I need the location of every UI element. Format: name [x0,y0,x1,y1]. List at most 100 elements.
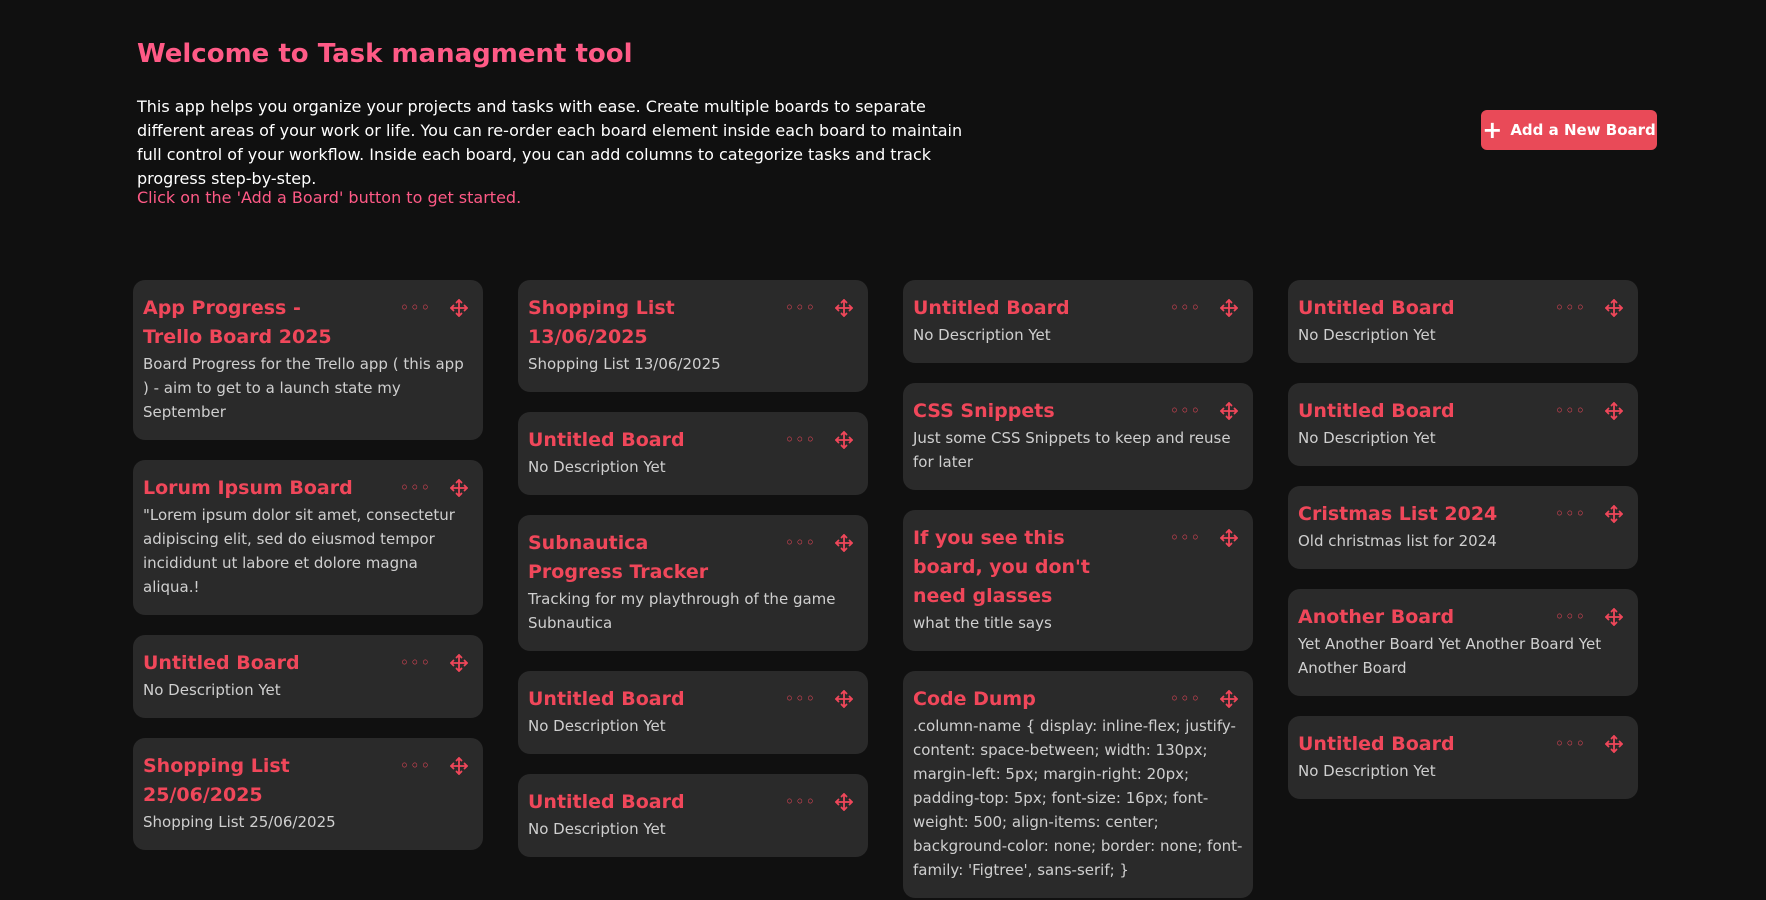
move-arrows-icon[interactable] [1604,401,1624,421]
board-card[interactable]: Untitled Board ◦◦◦ No Description Yet [518,412,868,495]
board-card[interactable]: Untitled Board ◦◦◦ No Description Yet [133,635,483,718]
board-description: .column-name { display: inline-flex; jus… [913,717,1243,879]
board-description: No Description Yet [528,717,666,735]
board-description: Tracking for my playthrough of the game … [528,590,836,632]
move-arrows-icon[interactable] [1219,528,1239,548]
board-card[interactable]: Cristmas List 2024 ◦◦◦ Old christmas list … [1288,486,1638,569]
board-title[interactable]: Shopping List 25/06/2025 [143,752,353,810]
move-arrows-icon[interactable] [1219,401,1239,421]
more-horizontal-icon[interactable]: ◦◦◦ [785,430,816,450]
board-card-header: Untitled Board ◦◦◦ [913,294,1243,323]
move-arrows-icon[interactable] [1219,298,1239,318]
board-title[interactable]: CSS Snippets [913,397,1123,426]
board-actions: ◦◦◦ [785,788,858,812]
more-horizontal-icon[interactable]: ◦◦◦ [1555,607,1586,627]
more-horizontal-icon[interactable]: ◦◦◦ [400,478,431,498]
board-title[interactable]: Shopping List 13/06/2025 [528,294,738,352]
board-card[interactable]: Another Board ◦◦◦ Yet Another Board Yet An… [1288,589,1638,696]
board-description: "Lorem ipsum dolor sit amet, consectetur… [143,506,455,596]
boards-grid: App Progress - Trello Board 2025 ◦◦◦ Board… [133,280,1638,898]
board-title[interactable]: Untitled Board [143,649,353,678]
move-arrows-icon[interactable] [449,478,469,498]
board-title[interactable]: Code Dump [913,685,1123,714]
board-title[interactable]: If you see this board, you don't need gl… [913,524,1123,611]
board-description: Board Progress for the Trello app ( this… [143,355,464,421]
board-card-header: App Progress - Trello Board 2025 ◦◦◦ [143,294,473,352]
board-title[interactable]: App Progress - Trello Board 2025 [143,294,353,352]
move-arrows-icon[interactable] [834,533,854,553]
board-title[interactable]: Untitled Board [913,294,1123,323]
board-card[interactable]: CSS Snippets ◦◦◦ Just some CSS Snippets to… [903,383,1253,490]
move-arrows-icon[interactable] [1604,607,1624,627]
board-card-header: CSS Snippets ◦◦◦ [913,397,1243,426]
board-card[interactable]: Untitled Board ◦◦◦ No Description Yet [1288,716,1638,799]
board-card[interactable]: Code Dump ◦◦◦ .column-name { display: inli… [903,671,1253,898]
board-card-header: Untitled Board ◦◦◦ [528,426,858,455]
board-actions: ◦◦◦ [1170,524,1243,548]
board-card[interactable]: Subnautica Progress Tracker ◦◦◦ Tracking f… [518,515,868,651]
move-arrows-icon[interactable] [834,430,854,450]
more-horizontal-icon[interactable]: ◦◦◦ [1170,298,1201,318]
more-horizontal-icon[interactable]: ◦◦◦ [1170,401,1201,421]
more-horizontal-icon[interactable]: ◦◦◦ [785,533,816,553]
board-title[interactable]: Untitled Board [1298,397,1508,426]
move-arrows-icon[interactable] [449,653,469,673]
board-card[interactable]: Untitled Board ◦◦◦ No Description Yet [903,280,1253,363]
more-horizontal-icon[interactable]: ◦◦◦ [1555,734,1586,754]
board-card[interactable]: Shopping List 25/06/2025 ◦◦◦ Shopping List… [133,738,483,850]
board-card-header: Cristmas List 2024 ◦◦◦ [1298,500,1628,529]
board-title[interactable]: Untitled Board [1298,294,1508,323]
board-card-header: Shopping List 13/06/2025 ◦◦◦ [528,294,858,352]
more-horizontal-icon[interactable]: ◦◦◦ [1555,504,1586,524]
move-arrows-icon[interactable] [834,298,854,318]
board-title[interactable]: Cristmas List 2024 [1298,500,1508,529]
board-title[interactable]: Subnautica Progress Tracker [528,529,738,587]
more-horizontal-icon[interactable]: ◦◦◦ [400,653,431,673]
board-title[interactable]: Another Board [1298,603,1508,632]
more-horizontal-icon[interactable]: ◦◦◦ [785,689,816,709]
more-horizontal-icon[interactable]: ◦◦◦ [1555,298,1586,318]
board-card[interactable]: Untitled Board ◦◦◦ No Description Yet [1288,383,1638,466]
move-arrows-icon[interactable] [1604,734,1624,754]
board-card[interactable]: Untitled Board ◦◦◦ No Description Yet [518,671,868,754]
board-card[interactable]: Untitled Board ◦◦◦ No Description Yet [1288,280,1638,363]
board-column: App Progress - Trello Board 2025 ◦◦◦ Board… [133,280,483,850]
more-horizontal-icon[interactable]: ◦◦◦ [785,792,816,812]
board-card-header: If you see this board, you don't need gl… [913,524,1243,611]
more-horizontal-icon[interactable]: ◦◦◦ [1555,401,1586,421]
board-title[interactable]: Untitled Board [528,788,738,817]
move-arrows-icon[interactable] [449,756,469,776]
board-actions: ◦◦◦ [1555,730,1628,754]
move-arrows-icon[interactable] [449,298,469,318]
more-horizontal-icon[interactable]: ◦◦◦ [1170,689,1201,709]
more-horizontal-icon[interactable]: ◦◦◦ [400,298,431,318]
board-actions: ◦◦◦ [1555,603,1628,627]
board-card[interactable]: If you see this board, you don't need gl… [903,510,1253,651]
board-title[interactable]: Lorum Ipsum Board [143,474,353,503]
add-board-button[interactable]: + Add a New Board [1481,110,1657,150]
board-actions: ◦◦◦ [400,752,473,776]
move-arrows-icon[interactable] [1219,689,1239,709]
board-title[interactable]: Untitled Board [1298,730,1508,759]
more-horizontal-icon[interactable]: ◦◦◦ [1170,528,1201,548]
board-card[interactable]: Lorum Ipsum Board ◦◦◦ "Lorem ipsum dolor s… [133,460,483,615]
board-card[interactable]: App Progress - Trello Board 2025 ◦◦◦ Board… [133,280,483,440]
board-description: No Description Yet [1298,429,1436,447]
move-arrows-icon[interactable] [1604,298,1624,318]
board-description: No Description Yet [913,326,1051,344]
board-title[interactable]: Untitled Board [528,685,738,714]
more-horizontal-icon[interactable]: ◦◦◦ [785,298,816,318]
board-card[interactable]: Untitled Board ◦◦◦ No Description Yet [518,774,868,857]
board-actions: ◦◦◦ [400,649,473,673]
board-card[interactable]: Shopping List 13/06/2025 ◦◦◦ Shopping List… [518,280,868,392]
board-title[interactable]: Untitled Board [528,426,738,455]
board-card-header: Untitled Board ◦◦◦ [1298,730,1628,759]
move-arrows-icon[interactable] [834,689,854,709]
more-horizontal-icon[interactable]: ◦◦◦ [400,756,431,776]
board-card-header: Untitled Board ◦◦◦ [528,685,858,714]
page: Welcome to Task managment tool This app … [0,0,1766,900]
board-actions: ◦◦◦ [785,294,858,318]
move-arrows-icon[interactable] [834,792,854,812]
board-description: No Description Yet [143,681,281,699]
move-arrows-icon[interactable] [1604,504,1624,524]
